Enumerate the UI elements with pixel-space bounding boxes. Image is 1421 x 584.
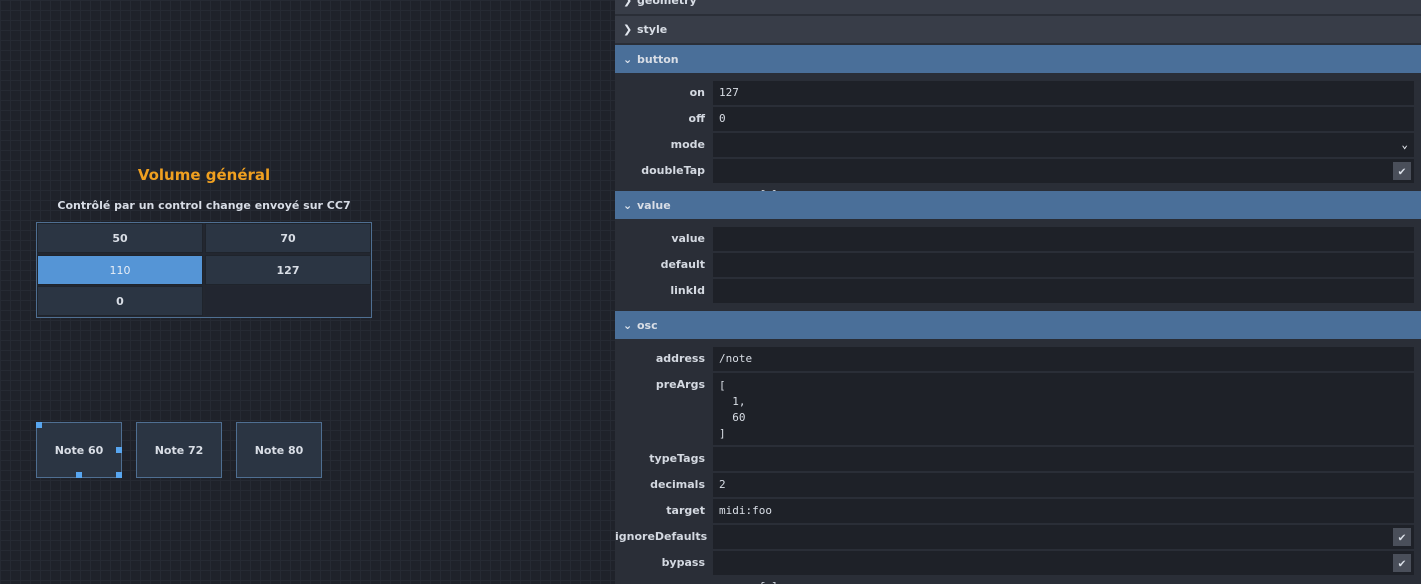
value-input[interactable] xyxy=(713,227,1414,251)
prop-value: value xyxy=(615,226,1421,252)
prop-label: on xyxy=(689,86,705,99)
prop-label: ignoreDefaults xyxy=(615,530,708,543)
prop-label: off xyxy=(688,112,705,125)
prop-ignoredefaults: ignoreDefaults false ✔ xyxy=(615,524,1421,567)
checkbox-toggle-icon[interactable]: ✔ xyxy=(1393,162,1411,180)
matrix-cell-empty xyxy=(205,286,371,316)
matrix-cell-50[interactable]: 50 xyxy=(37,223,203,253)
prop-label: preArgs xyxy=(655,378,705,391)
resize-handle-bottom[interactable] xyxy=(76,472,82,478)
editor-canvas[interactable]: Volume général Contrôlé par un control c… xyxy=(0,0,615,584)
doubletap-input[interactable]: false ✔ xyxy=(713,159,1414,201)
section-osc-label: osc xyxy=(637,318,658,332)
note-60-button[interactable]: Note 60 xyxy=(36,422,122,478)
inspector-panel: ❯ geometry ❯ style ⌄ button on 127 off 0… xyxy=(615,0,1421,584)
checkbox-toggle-icon[interactable]: ✔ xyxy=(1393,554,1411,572)
prop-mode: mode push ⌄ xyxy=(615,132,1421,175)
widget-subtitle: Contrôlé par un control change envoyé su… xyxy=(57,199,351,212)
preargs-textarea[interactable]: [ 1, 60 ] xyxy=(713,373,1414,445)
prop-linkid: linkId xyxy=(615,278,1421,304)
linkid-input[interactable] xyxy=(713,279,1414,303)
section-value-label: value xyxy=(637,198,671,212)
ignoredefaults-input[interactable]: false ✔ xyxy=(713,525,1414,567)
matrix-cell-70[interactable]: 70 xyxy=(205,223,371,253)
off-input[interactable]: 0 xyxy=(713,107,1414,131)
prop-label: target xyxy=(666,504,705,517)
widget-title: Volume général xyxy=(137,166,271,184)
prop-label: address xyxy=(655,352,705,365)
note-72-button[interactable]: Note 72 xyxy=(136,422,222,478)
chevron-down-icon: ⌄ xyxy=(623,52,633,66)
section-value[interactable]: ⌄ value xyxy=(615,191,1421,219)
prop-label: typeTags xyxy=(649,452,705,465)
prop-on: on 127 xyxy=(615,80,1421,106)
prop-decimals: decimals 2 xyxy=(615,472,1421,498)
resize-handle-top-left[interactable] xyxy=(36,422,42,428)
prop-bypass: bypass false ✔ xyxy=(615,550,1421,584)
prop-label: linkId xyxy=(670,284,705,297)
section-style[interactable]: ❯ style xyxy=(615,16,1421,44)
prop-label: default xyxy=(660,258,705,271)
bypass-input[interactable]: false ✔ xyxy=(713,551,1414,584)
prop-default: default xyxy=(615,252,1421,278)
target-input[interactable]: midi:foo xyxy=(713,499,1414,523)
note-80-button[interactable]: Note 80 xyxy=(236,422,322,478)
prop-typetags: typeTags xyxy=(615,446,1421,472)
prop-label: decimals xyxy=(650,478,705,491)
bypass-value: false xyxy=(759,580,792,584)
prop-label: mode xyxy=(670,138,705,151)
section-osc[interactable]: ⌄ osc xyxy=(615,311,1421,339)
section-button-label: button xyxy=(637,52,679,66)
checkbox-toggle-icon[interactable]: ✔ xyxy=(1393,528,1411,546)
prop-label: doubleTap xyxy=(641,164,705,177)
address-input[interactable]: /note xyxy=(713,347,1414,371)
typetags-input[interactable] xyxy=(713,447,1414,471)
section-geometry-label: geometry xyxy=(637,0,697,7)
prop-target: target midi:foo xyxy=(615,498,1421,524)
prop-label: bypass xyxy=(661,556,705,569)
default-input[interactable] xyxy=(713,253,1414,277)
chevron-down-icon: ⌄ xyxy=(623,198,633,212)
prop-preargs: preArgs [ 1, 60 ] xyxy=(615,372,1421,446)
matrix-cell-110[interactable]: 110 xyxy=(37,255,203,285)
volume-matrix: 50 70 110 127 0 xyxy=(36,222,372,318)
prop-address: address /note xyxy=(615,346,1421,372)
decimals-input[interactable]: 2 xyxy=(713,473,1414,497)
section-style-label: style xyxy=(637,23,668,36)
chevron-right-icon: ❯ xyxy=(623,0,633,7)
prop-doubletap: doubleTap false ✔ xyxy=(615,158,1421,201)
resize-handle-bottom-right[interactable] xyxy=(116,472,122,478)
chevron-right-icon: ❯ xyxy=(623,23,633,36)
on-input[interactable]: 127 xyxy=(713,81,1414,105)
resize-handle-right[interactable] xyxy=(116,447,122,453)
section-button[interactable]: ⌄ button xyxy=(615,45,1421,73)
matrix-cell-0[interactable]: 0 xyxy=(37,286,203,316)
chevron-down-icon: ⌄ xyxy=(623,318,633,332)
section-geometry[interactable]: ❯ geometry xyxy=(615,0,1421,15)
matrix-cell-127[interactable]: 127 xyxy=(205,255,371,285)
prop-off: off 0 xyxy=(615,106,1421,132)
chevron-down-icon: ⌄ xyxy=(1401,138,1408,151)
mode-select[interactable]: push ⌄ xyxy=(713,133,1414,175)
prop-label: value xyxy=(671,232,705,245)
